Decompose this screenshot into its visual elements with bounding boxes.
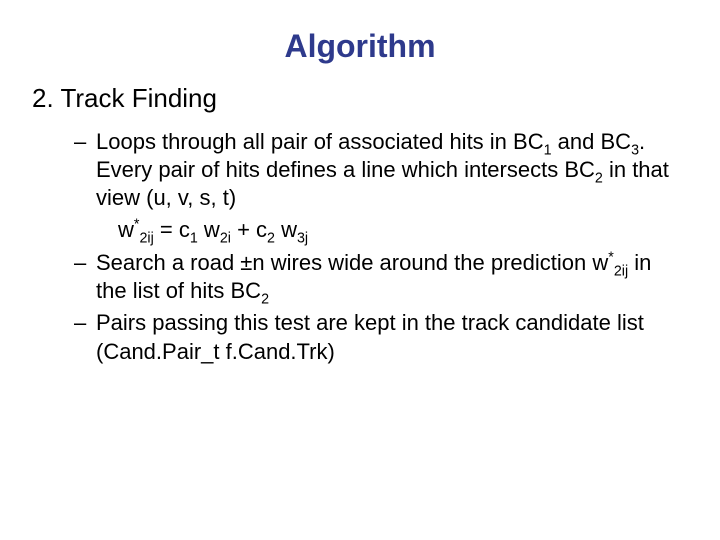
formula-line: w*2ij = c1 w2i + c2 w3j [118,216,720,245]
bullet-3: Pairs passing this test are kept in the … [74,309,680,365]
text: w [118,217,134,242]
text: Loops through all pair of associated hit… [96,129,544,154]
sub: 2i [220,231,231,247]
text: Search a road ±n wires wide around the p… [96,250,608,275]
bullet-list: Search a road ±n wires wide around the p… [0,249,720,366]
sub: 3j [297,231,308,247]
text: = c [154,217,190,242]
slide-title: Algorithm [0,0,720,83]
text: w [198,217,220,242]
bullet-1: Loops through all pair of associated hit… [74,128,680,212]
bullet-2: Search a road ±n wires wide around the p… [74,249,680,305]
sub: 2ij [614,263,628,279]
text: w [275,217,297,242]
bullet-list: Loops through all pair of associated hit… [0,128,720,212]
sub: 2 [267,231,275,247]
sub: 1 [544,142,552,158]
text: Pairs passing this test are kept in the … [96,310,644,363]
text: + c [231,217,267,242]
text: and BC [552,129,632,154]
sub: 2 [261,292,269,308]
section-heading: 2. Track Finding [32,83,720,114]
sub: 3 [631,142,639,158]
sub: 2ij [139,231,153,247]
sub: 1 [190,231,198,247]
sub: 2 [595,171,603,187]
slide: Algorithm 2. Track Finding Loops through… [0,0,720,540]
